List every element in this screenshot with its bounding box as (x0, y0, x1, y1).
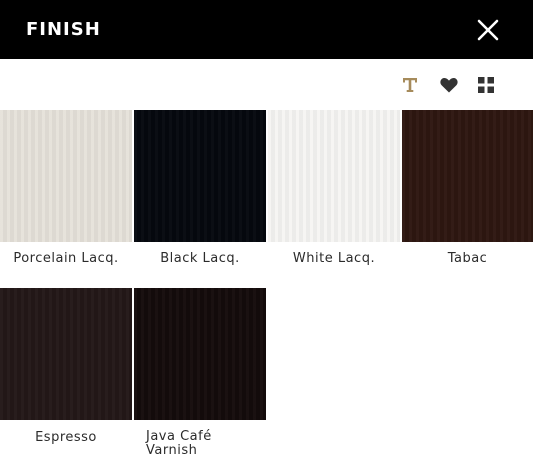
swatch-black-lacq[interactable] (134, 110, 266, 242)
close-icon (477, 19, 499, 41)
text-view-icon (403, 78, 417, 92)
heart-icon (440, 77, 458, 93)
swatch-espresso[interactable] (0, 288, 132, 420)
swatch-porcelain-lacq[interactable] (0, 110, 132, 242)
swatch-label-java-cafe-varnish[interactable]: Java Café Varnish (146, 430, 256, 458)
text-view-button[interactable] (400, 75, 420, 95)
page-title: FINISH (26, 19, 101, 40)
grid-view-button[interactable] (476, 75, 496, 95)
favorites-button[interactable] (439, 75, 459, 95)
swatch-tabac[interactable] (402, 110, 533, 242)
swatch-label-white-lacq[interactable]: White Lacq. (268, 251, 400, 266)
swatch-label-porcelain-lacq[interactable]: Porcelain Lacq. (0, 251, 132, 266)
swatch-label-black-lacq[interactable]: Black Lacq. (134, 251, 266, 266)
close-button[interactable] (474, 16, 502, 44)
grid-icon (478, 77, 494, 93)
swatch-label-espresso[interactable]: Espresso (0, 430, 132, 445)
swatch-white-lacq[interactable] (268, 110, 400, 242)
swatch-java-cafe-varnish[interactable] (134, 288, 266, 420)
view-toolbar (0, 59, 533, 110)
finish-header: FINISH (0, 0, 533, 59)
swatch-label-tabac[interactable]: Tabac (402, 251, 533, 266)
